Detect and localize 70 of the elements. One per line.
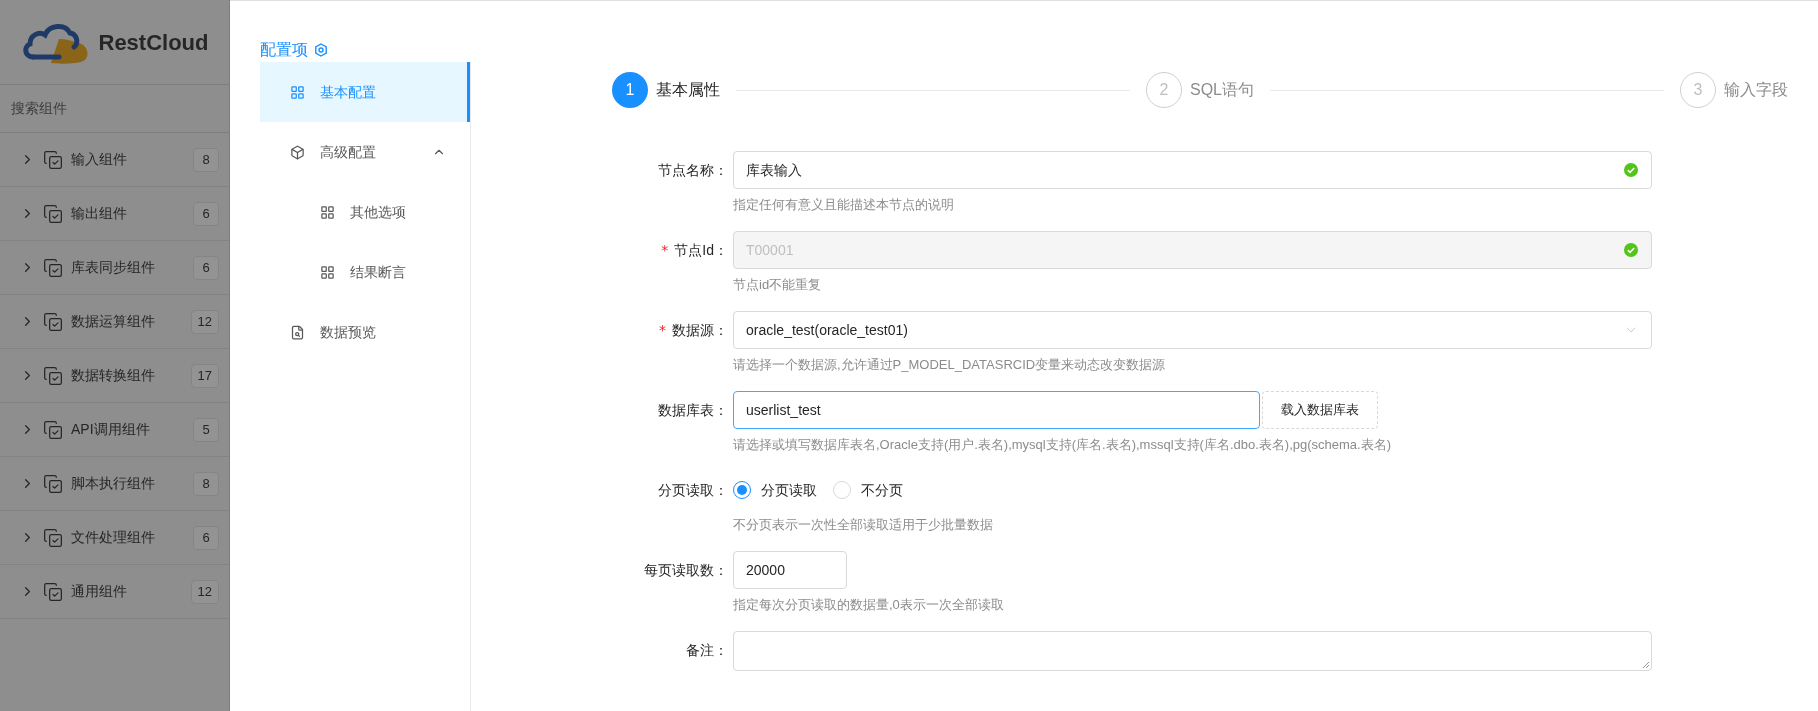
count-badge: 6 <box>193 255 219 280</box>
count-badge: 6 <box>193 201 219 226</box>
count-badge: 12 <box>190 309 219 334</box>
select-field[interactable]: oracle_test(oracle_test01) <box>733 311 1652 349</box>
field-label: 每页读取数： <box>644 560 728 580</box>
component-category[interactable]: 文件处理组件 6 <box>0 511 229 565</box>
count-badge: 8 <box>193 147 219 172</box>
step: 3 输入字段 <box>1680 72 1788 108</box>
text-field[interactable]: 20000 <box>733 551 847 589</box>
component-category[interactable]: 脚本执行组件 8 <box>0 457 229 511</box>
radio-option[interactable]: 不分页 <box>833 479 903 501</box>
required-asterisk: * <box>661 240 669 260</box>
copy-check-icon <box>43 581 63 602</box>
step: 2 SQL语句 <box>1146 72 1254 108</box>
config-title: 配置项 <box>260 40 308 60</box>
component-category[interactable]: 数据运算组件 12 <box>0 295 229 349</box>
help-text: 指定每次分页读取的数据量,0表示一次全部读取 <box>733 596 1004 614</box>
copy-check-icon <box>43 527 63 548</box>
copy-check-icon <box>43 149 63 170</box>
check-circle-icon <box>1623 242 1639 258</box>
load-table-button[interactable]: 载入数据库表 <box>1262 391 1378 429</box>
field-label: 分页读取： <box>658 480 728 500</box>
grid-icon <box>320 204 335 220</box>
grid-icon <box>320 264 335 280</box>
logo-text: RestCloud <box>98 28 209 57</box>
help-text: 请选择或填写数据库表名,Oracle支持(用户.表名),mysql支持(库名.表名),mssql支持(库名.dbo.表名),pg(schema.表名) <box>733 436 1391 454</box>
help-text: 节点id不能重复 <box>733 276 823 294</box>
grid-icon <box>290 84 305 100</box>
hexagon-settings-icon <box>314 43 328 57</box>
cube-icon <box>290 144 305 160</box>
count-badge: 17 <box>190 363 219 388</box>
field-label: 备注： <box>686 640 728 660</box>
copy-check-icon <box>43 257 63 278</box>
required-asterisk: * <box>659 320 666 340</box>
component-category[interactable]: 输入组件 8 <box>0 133 229 187</box>
field-label: 数据源： <box>672 320 728 340</box>
count-badge: 8 <box>193 471 219 496</box>
copy-check-icon <box>43 365 63 386</box>
component-category[interactable]: 库表同步组件 6 <box>0 241 229 295</box>
copy-check-icon <box>43 311 63 332</box>
copy-check-icon <box>43 419 63 440</box>
count-badge: 6 <box>193 525 219 550</box>
count-badge: 12 <box>190 579 219 604</box>
field-label: 节点Id： <box>674 240 728 260</box>
nav-item[interactable]: 结果断言 <box>260 242 470 302</box>
component-category[interactable]: API调用组件 5 <box>0 403 229 457</box>
resize-handle-icon <box>1642 661 1649 668</box>
nav-item[interactable]: 基本配置 <box>260 62 470 122</box>
count-badge: 5 <box>193 417 219 442</box>
nav-item[interactable]: 高级配置 <box>260 122 470 182</box>
nav-item[interactable]: 其他选项 <box>260 182 470 242</box>
help-text: 指定任何有意义且能描述本节点的说明 <box>733 196 955 214</box>
copy-check-icon <box>43 473 63 494</box>
component-category[interactable]: 数据转换组件 17 <box>0 349 229 403</box>
document-search-icon <box>290 324 305 340</box>
text-field[interactable]: 库表输入 <box>733 151 1652 189</box>
step: 1 基本属性 <box>612 72 720 108</box>
help-text: 不分页表示一次性全部读取适用于少批量数据 <box>733 516 993 534</box>
field-label: 节点名称： <box>658 160 728 180</box>
component-category[interactable]: 通用组件 12 <box>0 565 229 619</box>
component-category[interactable]: 输出组件 6 <box>0 187 229 241</box>
field-label: 数据库表： <box>658 400 728 420</box>
remarks-textarea[interactable] <box>733 631 1652 671</box>
check-circle-icon <box>1623 162 1639 178</box>
help-text: 请选择一个数据源,允许通过P_MODEL_DATASRCID变量来动态改变数据源 <box>733 356 1167 374</box>
radio-option[interactable]: 分页读取 <box>733 479 817 501</box>
nav-item[interactable]: 数据预览 <box>260 302 470 362</box>
text-field[interactable]: userlist_test <box>733 391 1260 429</box>
copy-check-icon <box>43 203 63 224</box>
search-field[interactable]: 搜索组件 <box>0 85 229 133</box>
